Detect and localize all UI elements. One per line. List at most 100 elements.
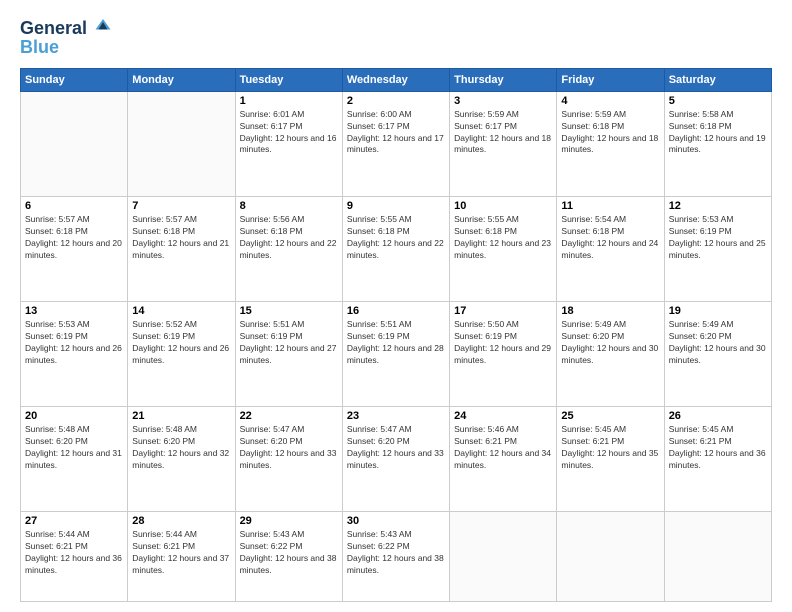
- day-info: Sunrise: 5:47 AM Sunset: 6:20 PM Dayligh…: [347, 424, 445, 472]
- day-info: Sunrise: 5:58 AM Sunset: 6:18 PM Dayligh…: [669, 109, 767, 157]
- day-info: Sunrise: 5:45 AM Sunset: 6:21 PM Dayligh…: [669, 424, 767, 472]
- day-info: Sunrise: 5:53 AM Sunset: 6:19 PM Dayligh…: [25, 319, 123, 367]
- calendar-cell: 28 Sunrise: 5:44 AM Sunset: 6:21 PM Dayli…: [128, 512, 235, 602]
- calendar-cell: 5 Sunrise: 5:58 AM Sunset: 6:18 PM Daylig…: [664, 91, 771, 196]
- calendar-cell: 15 Sunrise: 5:51 AM Sunset: 6:19 PM Dayli…: [235, 302, 342, 407]
- day-info: Sunrise: 5:52 AM Sunset: 6:19 PM Dayligh…: [132, 319, 230, 367]
- week-row-1: 1Sunrise: 6:01 AM Sunset: 6:17 PM Daylig…: [21, 91, 772, 196]
- calendar-cell: 7 Sunrise: 5:57 AM Sunset: 6:18 PM Daylig…: [128, 196, 235, 301]
- day-number: 27: [25, 515, 123, 527]
- calendar-cell: 13 Sunrise: 5:53 AM Sunset: 6:19 PM Dayli…: [21, 302, 128, 407]
- day-info: Sunrise: 6:01 AM Sunset: 6:17 PM Dayligh…: [240, 109, 338, 157]
- calendar-cell: 1Sunrise: 6:01 AM Sunset: 6:17 PM Daylig…: [235, 91, 342, 196]
- week-row-3: 13 Sunrise: 5:53 AM Sunset: 6:19 PM Dayli…: [21, 302, 772, 407]
- calendar-cell: 16 Sunrise: 5:51 AM Sunset: 6:19 PM Dayli…: [342, 302, 449, 407]
- day-info: Sunrise: 5:50 AM Sunset: 6:19 PM Dayligh…: [454, 319, 552, 367]
- day-number: 17: [454, 305, 552, 317]
- day-number: 30: [347, 515, 445, 527]
- day-number: 5: [669, 95, 767, 107]
- calendar-cell: [128, 91, 235, 196]
- calendar-cell: 30Sunrise: 5:43 AM Sunset: 6:22 PM Dayli…: [342, 512, 449, 602]
- day-header-monday: Monday: [128, 68, 235, 91]
- day-info: Sunrise: 5:43 AM Sunset: 6:22 PM Dayligh…: [240, 529, 338, 577]
- calendar-cell: 24Sunrise: 5:46 AM Sunset: 6:21 PM Dayli…: [450, 407, 557, 512]
- logo-icon: [94, 16, 112, 34]
- day-info: Sunrise: 5:57 AM Sunset: 6:18 PM Dayligh…: [25, 214, 123, 262]
- day-header-wednesday: Wednesday: [342, 68, 449, 91]
- week-row-5: 27 Sunrise: 5:44 AM Sunset: 6:21 PM Dayli…: [21, 512, 772, 602]
- day-number: 29: [240, 515, 338, 527]
- day-number: 3: [454, 95, 552, 107]
- calendar-table: SundayMondayTuesdayWednesdayThursdayFrid…: [20, 68, 772, 602]
- day-info: Sunrise: 5:51 AM Sunset: 6:19 PM Dayligh…: [240, 319, 338, 367]
- day-number: 24: [454, 410, 552, 422]
- day-number: 13: [25, 305, 123, 317]
- day-header-sunday: Sunday: [21, 68, 128, 91]
- calendar-cell: 27 Sunrise: 5:44 AM Sunset: 6:21 PM Dayli…: [21, 512, 128, 602]
- day-info: Sunrise: 5:54 AM Sunset: 6:18 PM Dayligh…: [561, 214, 659, 262]
- day-number: 19: [669, 305, 767, 317]
- day-info: Sunrise: 5:57 AM Sunset: 6:18 PM Dayligh…: [132, 214, 230, 262]
- day-info: Sunrise: 5:55 AM Sunset: 6:18 PM Dayligh…: [347, 214, 445, 262]
- calendar-cell: 22 Sunrise: 5:47 AM Sunset: 6:20 PM Dayli…: [235, 407, 342, 512]
- calendar-cell: 9 Sunrise: 5:55 AM Sunset: 6:18 PM Daylig…: [342, 196, 449, 301]
- day-header-thursday: Thursday: [450, 68, 557, 91]
- day-number: 12: [669, 200, 767, 212]
- day-info: Sunrise: 5:48 AM Sunset: 6:20 PM Dayligh…: [132, 424, 230, 472]
- day-number: 9: [347, 200, 445, 212]
- day-number: 11: [561, 200, 659, 212]
- day-header-tuesday: Tuesday: [235, 68, 342, 91]
- day-number: 22: [240, 410, 338, 422]
- calendar-cell: 26 Sunrise: 5:45 AM Sunset: 6:21 PM Dayli…: [664, 407, 771, 512]
- day-number: 14: [132, 305, 230, 317]
- calendar-cell: 18 Sunrise: 5:49 AM Sunset: 6:20 PM Dayli…: [557, 302, 664, 407]
- calendar-cell: 6 Sunrise: 5:57 AM Sunset: 6:18 PM Daylig…: [21, 196, 128, 301]
- day-number: 4: [561, 95, 659, 107]
- week-row-2: 6 Sunrise: 5:57 AM Sunset: 6:18 PM Daylig…: [21, 196, 772, 301]
- day-number: 28: [132, 515, 230, 527]
- calendar-cell: 14 Sunrise: 5:52 AM Sunset: 6:19 PM Dayli…: [128, 302, 235, 407]
- day-number: 10: [454, 200, 552, 212]
- calendar-cell: [21, 91, 128, 196]
- day-number: 16: [347, 305, 445, 317]
- calendar-cell: [664, 512, 771, 602]
- calendar-cell: 11 Sunrise: 5:54 AM Sunset: 6:18 PM Dayli…: [557, 196, 664, 301]
- calendar-cell: 21 Sunrise: 5:48 AM Sunset: 6:20 PM Dayli…: [128, 407, 235, 512]
- day-number: 20: [25, 410, 123, 422]
- day-header-saturday: Saturday: [664, 68, 771, 91]
- header: General Blue: [20, 16, 772, 58]
- calendar-cell: 29 Sunrise: 5:43 AM Sunset: 6:22 PM Dayli…: [235, 512, 342, 602]
- day-info: Sunrise: 5:47 AM Sunset: 6:20 PM Dayligh…: [240, 424, 338, 472]
- day-info: Sunrise: 5:59 AM Sunset: 6:18 PM Dayligh…: [561, 109, 659, 157]
- day-number: 21: [132, 410, 230, 422]
- calendar-cell: 8Sunrise: 5:56 AM Sunset: 6:18 PM Daylig…: [235, 196, 342, 301]
- day-info: Sunrise: 5:49 AM Sunset: 6:20 PM Dayligh…: [669, 319, 767, 367]
- calendar-cell: 2Sunrise: 6:00 AM Sunset: 6:17 PM Daylig…: [342, 91, 449, 196]
- day-number: 23: [347, 410, 445, 422]
- day-number: 18: [561, 305, 659, 317]
- day-info: Sunrise: 5:59 AM Sunset: 6:17 PM Dayligh…: [454, 109, 552, 157]
- calendar-cell: 10 Sunrise: 5:55 AM Sunset: 6:18 PM Dayli…: [450, 196, 557, 301]
- calendar-cell: 20 Sunrise: 5:48 AM Sunset: 6:20 PM Dayli…: [21, 407, 128, 512]
- logo-blue: Blue: [20, 37, 112, 58]
- day-info: Sunrise: 5:55 AM Sunset: 6:18 PM Dayligh…: [454, 214, 552, 262]
- day-number: 26: [669, 410, 767, 422]
- day-info: Sunrise: 5:45 AM Sunset: 6:21 PM Dayligh…: [561, 424, 659, 472]
- calendar-cell: 19 Sunrise: 5:49 AM Sunset: 6:20 PM Dayli…: [664, 302, 771, 407]
- day-info: Sunrise: 5:44 AM Sunset: 6:21 PM Dayligh…: [25, 529, 123, 577]
- day-info: Sunrise: 5:48 AM Sunset: 6:20 PM Dayligh…: [25, 424, 123, 472]
- calendar-cell: 12 Sunrise: 5:53 AM Sunset: 6:19 PM Dayli…: [664, 196, 771, 301]
- day-header-friday: Friday: [557, 68, 664, 91]
- day-info: Sunrise: 5:51 AM Sunset: 6:19 PM Dayligh…: [347, 319, 445, 367]
- day-info: Sunrise: 6:00 AM Sunset: 6:17 PM Dayligh…: [347, 109, 445, 157]
- day-number: 7: [132, 200, 230, 212]
- calendar-cell: 3 Sunrise: 5:59 AM Sunset: 6:17 PM Daylig…: [450, 91, 557, 196]
- day-number: 15: [240, 305, 338, 317]
- day-number: 6: [25, 200, 123, 212]
- calendar-cell: [450, 512, 557, 602]
- day-info: Sunrise: 5:49 AM Sunset: 6:20 PM Dayligh…: [561, 319, 659, 367]
- day-info: Sunrise: 5:53 AM Sunset: 6:19 PM Dayligh…: [669, 214, 767, 262]
- calendar-cell: 17 Sunrise: 5:50 AM Sunset: 6:19 PM Dayli…: [450, 302, 557, 407]
- day-info: Sunrise: 5:44 AM Sunset: 6:21 PM Dayligh…: [132, 529, 230, 577]
- day-headers-row: SundayMondayTuesdayWednesdayThursdayFrid…: [21, 68, 772, 91]
